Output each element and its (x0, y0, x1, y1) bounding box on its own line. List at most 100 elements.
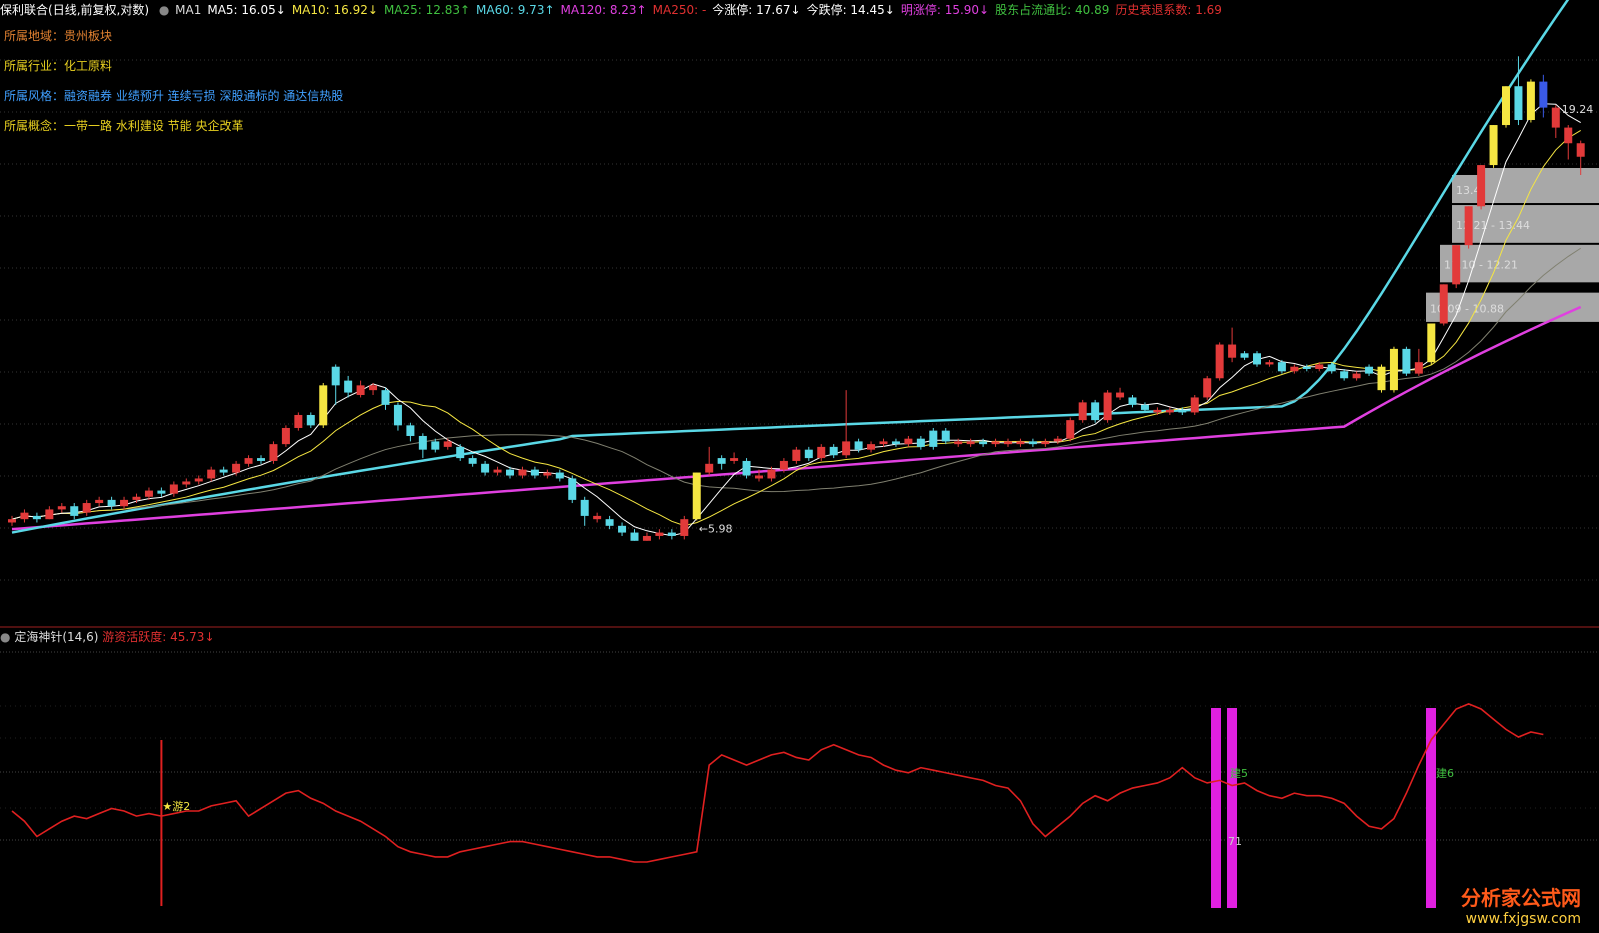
candle-body (692, 472, 701, 520)
candle-body (1103, 392, 1112, 421)
candle-body (82, 503, 91, 513)
candle-body (568, 478, 577, 500)
candle-body (1539, 81, 1548, 108)
candle-body (219, 469, 228, 473)
candle-body (1228, 344, 1237, 358)
candle-body (1452, 245, 1461, 285)
candle-body (207, 469, 216, 479)
candle-body (20, 512, 29, 520)
candle-body (1365, 366, 1374, 374)
candle-body (1302, 366, 1311, 370)
candle-body (655, 532, 664, 536)
candle-body (555, 472, 564, 479)
indicator-marker: 建6 (1436, 766, 1454, 780)
candle-body (1066, 420, 1075, 439)
candle-body (269, 444, 278, 461)
candle-body (779, 460, 788, 470)
candle-body (1340, 371, 1349, 379)
signal-bar (1426, 708, 1436, 908)
candle-body (369, 385, 378, 391)
candle-body (1551, 107, 1560, 128)
candle-body (157, 490, 166, 494)
candle-body (1140, 404, 1149, 410)
candle-body (842, 441, 851, 456)
candle-body (1564, 127, 1573, 144)
candle-body (916, 438, 925, 447)
candle-body (1327, 364, 1336, 372)
price-annotation: 19.24 (1562, 103, 1594, 116)
candle-body (1078, 402, 1087, 421)
candle-body (481, 463, 490, 473)
candle-body (1526, 81, 1535, 120)
candle-body (281, 427, 290, 445)
candle-body (144, 490, 153, 497)
ma120-line (11, 305, 1582, 531)
candle-body (1514, 86, 1523, 120)
candle-body (1414, 362, 1423, 374)
candle-body (1178, 409, 1187, 413)
candle-body (1190, 397, 1199, 413)
candle-body (593, 515, 602, 520)
candle-body (1377, 366, 1386, 391)
candle-body (393, 404, 402, 426)
candle-body (344, 380, 353, 393)
candle-body (306, 414, 315, 426)
signal-bar (1211, 708, 1221, 908)
activity-line (11, 703, 1544, 863)
indicator-header: ● 定海神针(14,6) 游资活跃度: 45.73↓ (0, 628, 215, 646)
candle-body (70, 506, 79, 516)
candle-body (966, 441, 975, 445)
candle-body (1253, 353, 1261, 365)
indicator-value: 游资活跃度: 45.73↓ (102, 630, 215, 644)
candle-body (431, 441, 440, 450)
candle-body (904, 438, 913, 445)
candle-body (1427, 323, 1436, 363)
collapse-icon-2[interactable]: ● (0, 630, 10, 644)
candle-body (1128, 397, 1137, 405)
candle-body (294, 414, 303, 428)
candle-body (1352, 373, 1361, 379)
candle-body (331, 366, 340, 386)
candle-body (867, 444, 876, 450)
indicator-marker: ★游2 (162, 800, 190, 813)
watermark-name: 分析家公式网 (1461, 886, 1581, 910)
candle-body (580, 499, 589, 516)
candle-body (742, 460, 751, 476)
candle-body (1203, 378, 1212, 398)
stock-chart-window: 保利联合(日线,前复权,对数) ● MA1 MA5: 16.05↓ MA10: 16… (0, 0, 1599, 933)
candle-body (132, 496, 141, 500)
candle-body (618, 525, 627, 533)
candle-body (356, 385, 365, 395)
candle-body (1053, 438, 1062, 442)
candle-body (717, 458, 726, 464)
indicator-chart[interactable]: ★游2 建5 71 建6 (0, 648, 1599, 933)
candle-body (244, 458, 253, 464)
candle-body (1315, 364, 1324, 370)
candle-body (1004, 441, 1012, 445)
candle-body (1464, 206, 1473, 246)
candle-body (107, 499, 116, 507)
watermark-url: www.fxjgsw.com (1465, 911, 1581, 927)
candle-body (1265, 362, 1274, 365)
indicator-marker: 建5 (1230, 766, 1248, 780)
candle-body (518, 469, 527, 476)
candle-body (169, 484, 178, 494)
price-chart[interactable]: 13.44 - 14.4512.21 - 13.4411.10 - 12.211… (0, 0, 1599, 628)
candle-body (1116, 392, 1125, 398)
candle-body (1277, 362, 1286, 372)
candle-body (1240, 353, 1249, 358)
candle-body (804, 449, 813, 459)
candle-body (319, 385, 328, 426)
candle-body (232, 463, 241, 473)
candle-body (32, 515, 41, 520)
candle-body (1389, 348, 1398, 391)
candle-body (941, 430, 950, 442)
candle-body (705, 463, 714, 473)
signal-bar (1227, 708, 1237, 908)
indicator-marker: 71 (1228, 835, 1242, 848)
candle-body (381, 390, 390, 405)
candle-body (57, 506, 66, 510)
candle-body (667, 532, 676, 536)
ma25-line (11, 247, 1581, 520)
candle-body (443, 441, 452, 447)
